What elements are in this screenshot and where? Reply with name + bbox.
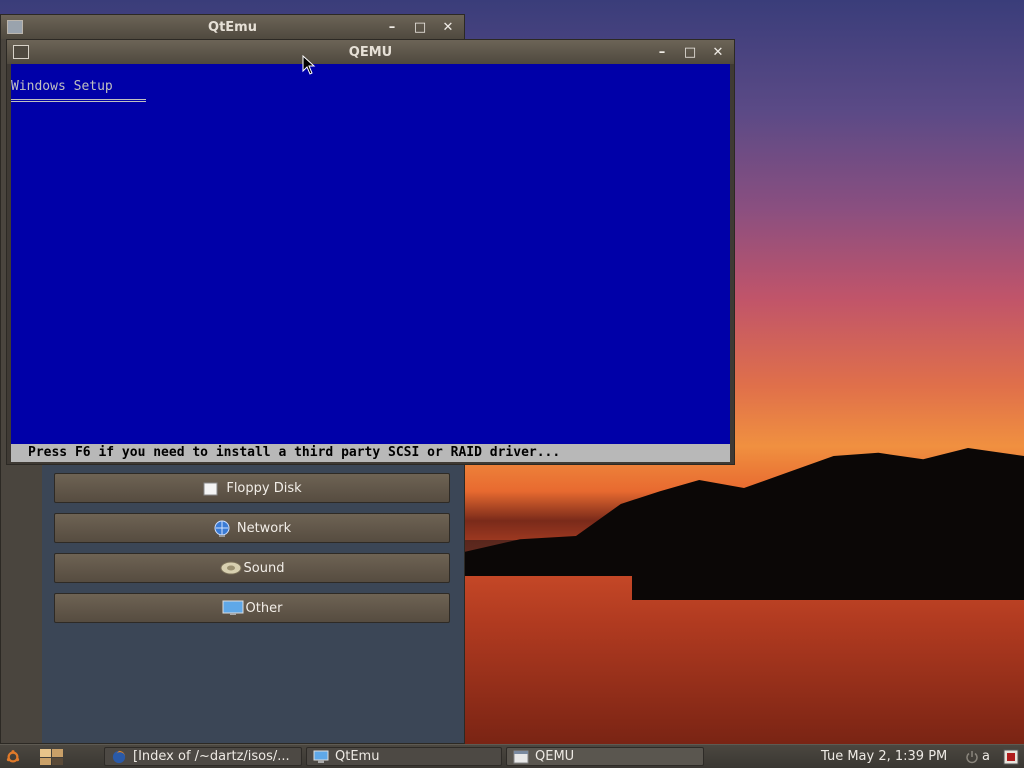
window-icon — [513, 750, 529, 763]
qtemu-titlebar[interactable]: QtEmu – □ ✕ — [1, 15, 464, 39]
sound-button[interactable]: Sound — [54, 553, 450, 583]
qtemu-minimize-button[interactable]: – — [382, 18, 402, 36]
sound-label: Sound — [243, 560, 285, 576]
qemu-window-title: QEMU — [348, 44, 393, 60]
show-desktop-button[interactable] — [32, 747, 92, 766]
floppy-disk-button[interactable]: Floppy Disk — [54, 473, 450, 503]
network-label: Network — [236, 520, 292, 536]
taskbar-task-label: [Index of /~dartz/isos/... — [133, 749, 290, 764]
qtemu-close-button[interactable]: ✕ — [438, 18, 458, 36]
firefox-icon — [112, 750, 126, 763]
taskbar-task-label: QtEmu — [335, 749, 380, 764]
setup-heading-underline — [11, 99, 146, 102]
qemu-titlebar[interactable]: QEMU – □ ✕ — [7, 40, 734, 64]
qemu-vm-display[interactable]: Windows Setup Press F6 if you need to in… — [11, 64, 730, 462]
taskbar-task-qtemu[interactable]: QtEmu — [306, 747, 502, 766]
qemu-app-icon[interactable] — [13, 45, 29, 59]
bottom-taskbar: [Index of /~dartz/isos/... QtEmu QEMU Tu… — [0, 744, 1024, 768]
floppy-disk-label: Floppy Disk — [226, 480, 302, 496]
monitor-icon — [222, 600, 244, 616]
taskbar-task-firefox[interactable]: [Index of /~dartz/isos/... — [104, 747, 302, 766]
clock-text: Tue May 2, 1:39 PM — [821, 749, 948, 764]
ubuntu-logo-icon — [6, 749, 20, 762]
show-desktop-icon — [40, 748, 63, 765]
setup-status-line: Press F6 if you need to install a third … — [11, 444, 730, 462]
user-name: a — [982, 749, 990, 764]
mouse-pointer-icon — [302, 55, 316, 75]
qemu-close-button[interactable]: ✕ — [708, 43, 728, 61]
clock[interactable]: Tue May 2, 1:39 PM — [814, 747, 962, 766]
taskbar-task-qemu[interactable]: QEMU — [506, 747, 704, 766]
logout-button[interactable] — [1000, 747, 1022, 766]
qemu-minimize-button[interactable]: – — [652, 43, 672, 61]
user-switcher[interactable]: a — [962, 747, 996, 766]
windows-setup-heading: Windows Setup — [11, 79, 113, 94]
network-button[interactable]: Network — [54, 513, 450, 543]
qtemu-maximize-button[interactable]: □ — [410, 18, 430, 36]
qemu-window: QEMU – □ ✕ Windows Setup Press F6 if you… — [6, 39, 735, 465]
main-menu-button[interactable] — [0, 747, 28, 766]
monitor-icon — [313, 750, 329, 763]
qemu-maximize-button[interactable]: □ — [680, 43, 700, 61]
logout-icon — [1003, 749, 1019, 764]
power-icon — [966, 750, 978, 763]
network-globe-icon — [213, 520, 231, 537]
sound-icon — [220, 560, 242, 576]
qtemu-app-icon[interactable] — [7, 20, 23, 34]
taskbar-task-label: QEMU — [535, 749, 575, 764]
other-button[interactable]: Other — [54, 593, 450, 623]
floppy-icon — [202, 480, 220, 496]
other-label: Other — [245, 600, 283, 616]
